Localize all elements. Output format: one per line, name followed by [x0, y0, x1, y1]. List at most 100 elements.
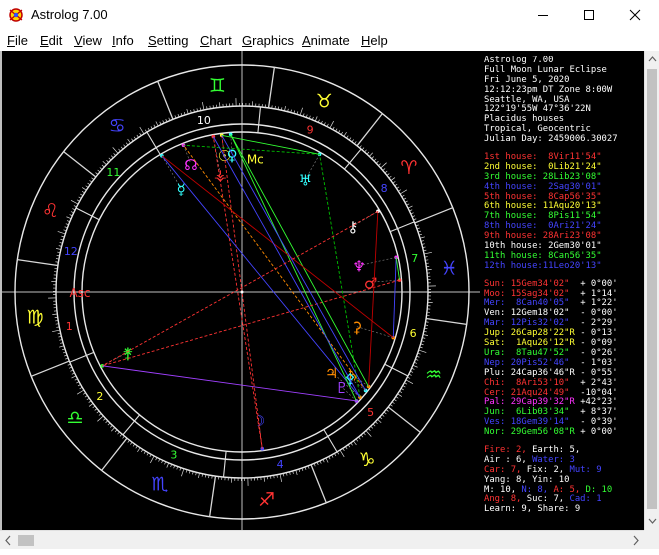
- zodiac-tick: [77, 390, 84, 394]
- planet-name: Mer:: [484, 298, 505, 308]
- menu-help[interactable]: Help: [361, 33, 388, 48]
- sign-taurus-icon: ♉: [316, 90, 333, 112]
- zodiac-tick: [403, 198, 406, 199]
- zodiac-tick: [362, 148, 364, 150]
- zodiac-tick: [145, 130, 147, 133]
- aspect-line: [369, 211, 378, 386]
- menu-setting[interactable]: Setting: [148, 33, 188, 48]
- zodiac-tick: [148, 128, 149, 131]
- zodiac-tick: [108, 423, 110, 425]
- zodiac-tick: [365, 150, 367, 152]
- menu-help-mnemonic: H: [361, 33, 370, 48]
- planet-neptune-icon: ♆: [352, 258, 365, 276]
- zodiac-tick: [198, 473, 199, 478]
- zodiac-tick: [119, 149, 121, 151]
- element-count: A: 5,: [548, 485, 580, 495]
- zodiac-tick: [82, 187, 86, 190]
- element-count: Suc: 7,: [521, 494, 564, 504]
- house-label: 7th house:: [484, 211, 537, 221]
- house-value: 8Pis11'54": [543, 211, 602, 221]
- zodiac-tick: [333, 127, 334, 130]
- sign-virgo-icon: ♍: [26, 307, 43, 329]
- planet-name: Jup:: [484, 328, 505, 338]
- sign-capricorn-icon: ♑: [358, 449, 375, 471]
- info-header-text: Placidus houses: [484, 114, 564, 124]
- scroll-right-icon[interactable]: [634, 536, 638, 545]
- menu-chart-label: hart: [209, 33, 231, 48]
- zodiac-tick: [137, 448, 140, 452]
- menu-info[interactable]: Info: [112, 33, 134, 48]
- element-count: Car: 7,: [484, 465, 521, 475]
- minimize-button[interactable]: [520, 0, 566, 30]
- house-label: 12th house:: [484, 261, 543, 271]
- planet-name: Jun:: [484, 407, 505, 417]
- maximize-button[interactable]: [566, 0, 612, 30]
- menu-graphics[interactable]: Graphics: [242, 33, 294, 48]
- zodiac-tick: [128, 440, 130, 442]
- planet-name: Chi:: [484, 378, 505, 388]
- menu-view[interactable]: View: [74, 33, 102, 48]
- planet-latitude: + 1°14': [580, 289, 617, 299]
- element-count: Fire: 2,: [484, 445, 527, 455]
- scroll-down-icon[interactable]: [649, 519, 656, 523]
- zodiac-tick: [399, 391, 402, 393]
- menu-chart-mnemonic: C: [200, 33, 209, 48]
- zodiac-tick: [366, 431, 371, 437]
- zodiac-tick: [347, 136, 349, 138]
- info-header-text: Fri June 5, 2020: [484, 75, 570, 85]
- scroll-up-icon[interactable]: [649, 57, 656, 61]
- vertical-scroll-thumb[interactable]: [647, 69, 657, 509]
- zodiac-tick: [111, 428, 114, 432]
- house-number: 6: [410, 327, 417, 340]
- house-label: 2nd house:: [484, 162, 537, 172]
- zodiac-tick: [417, 356, 420, 357]
- zodiac-tick: [334, 453, 335, 456]
- house-label: 6th house:: [484, 201, 537, 211]
- house-value: 8Cap56'35": [543, 192, 602, 202]
- planet-position: 26Cap28'22"R: [511, 328, 575, 338]
- horizontal-scrollbar[interactable]: [0, 530, 644, 549]
- zodiac-tick: [102, 438, 127, 470]
- vertical-scrollbar[interactable]: [644, 51, 659, 530]
- planet-position: 8Ari53'10": [511, 378, 575, 388]
- zodiac-tick: [341, 132, 343, 135]
- zodiac-tick: [396, 397, 398, 399]
- zodiac-tick: [300, 108, 302, 116]
- menu-file[interactable]: File: [7, 33, 28, 48]
- zodiac-tick: [373, 424, 375, 426]
- zodiac-tick: [137, 135, 139, 137]
- zodiac-tick: [306, 115, 307, 118]
- zodiac-tick: [368, 428, 370, 430]
- zodiac-tick: [354, 141, 356, 143]
- aspect-line: [102, 366, 356, 401]
- zodiac-tick: [85, 395, 87, 397]
- house-value: 2Sag30'01": [543, 182, 602, 192]
- zodiac-tick: [100, 168, 102, 170]
- menu-animate[interactable]: Animate: [302, 33, 350, 48]
- house-cusp-line: [224, 451, 227, 477]
- zodiac-tick: [380, 417, 382, 419]
- planet-name: Ves:: [484, 417, 505, 427]
- zodiac-tick: [296, 470, 297, 475]
- zodiac-tick: [106, 421, 108, 423]
- menu-edit[interactable]: Edit: [40, 33, 62, 48]
- chart-wheel[interactable]: ♈♉♊♋♌♍♎♏♐♑♒♓123456789101112AscMc☉☽☿♀♂♃♄♅…: [2, 51, 482, 530]
- element-count: Mut: 9: [564, 465, 601, 475]
- house-number: 4: [277, 458, 284, 471]
- close-button[interactable]: [612, 0, 658, 30]
- planet-name: Nor:: [484, 427, 505, 437]
- zodiac-tick: [187, 109, 188, 114]
- horizontal-scroll-thumb[interactable]: [18, 535, 34, 546]
- zodiac-tick: [98, 170, 100, 172]
- zodiac-tick: [107, 160, 109, 162]
- zodiac-tick: [340, 450, 344, 457]
- zodiac-tick: [144, 451, 146, 454]
- house-number: 10: [197, 114, 211, 127]
- sign-cancer-icon: ♋: [109, 115, 126, 137]
- menu-setting-mnemonic: S: [148, 33, 157, 48]
- zodiac-tick: [65, 227, 68, 228]
- planet-latitude: - 1°03': [580, 358, 617, 368]
- house-value: 8Vir11'54": [543, 152, 602, 162]
- scroll-left-icon[interactable]: [6, 536, 10, 545]
- menu-chart[interactable]: Chart: [200, 33, 232, 48]
